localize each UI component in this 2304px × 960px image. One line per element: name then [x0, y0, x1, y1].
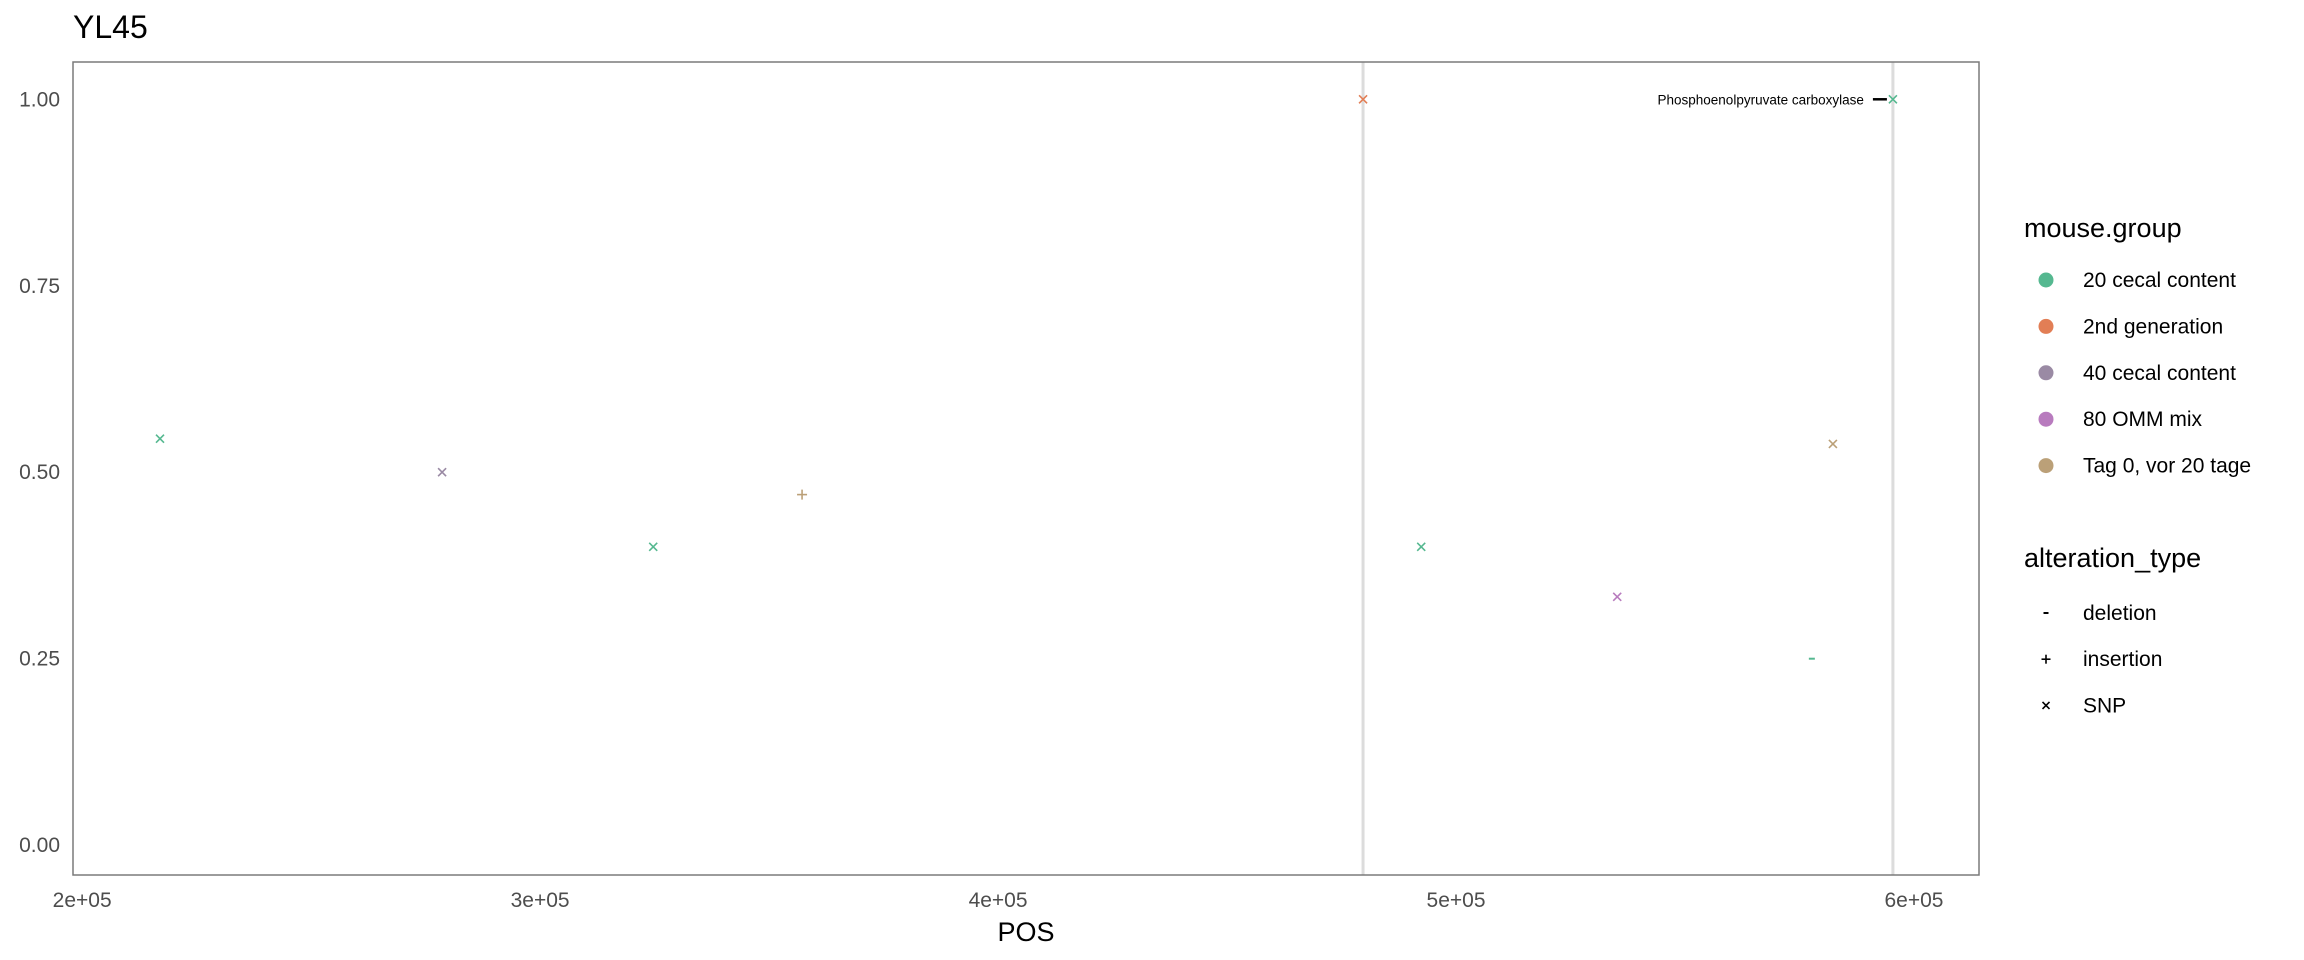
chart-title: YL45 [73, 9, 148, 45]
legend-key-dot [2038, 458, 2054, 474]
scatter-chart: YL45 2e+05 3e+05 4e+05 5e+05 6e+05 0.000.250… [19, 9, 2251, 947]
legend-key-insertion-icon [2041, 654, 2051, 664]
data-point-snp [437, 467, 447, 477]
x-tick-label: 5e+05 [1427, 889, 1486, 912]
x-axis-ticks: 2e+05 3e+05 4e+05 5e+05 6e+05 [53, 889, 1944, 912]
legend-label: Tag 0, vor 20 tage [2083, 455, 2251, 478]
data-point-snp [648, 542, 658, 552]
annotation-label: Phosphoenolpyruvate carboxylase [1658, 92, 1864, 107]
y-tick-label: 1.00 [19, 88, 60, 111]
legend-key-dot [2038, 272, 2054, 288]
data-point-snp [1612, 592, 1622, 602]
legend: mouse.group 20 cecal content 2nd generatio… [2024, 213, 2251, 717]
legend-key-dot [2038, 365, 2054, 381]
y-tick-label: 0.75 [19, 275, 60, 298]
x-axis-title: POS [997, 917, 1054, 947]
legend-label: SNP [2083, 694, 2126, 717]
y-tick-label: 0.25 [19, 648, 60, 671]
legend-label: 80 OMM mix [2083, 408, 2203, 431]
legend-label: 2nd generation [2083, 315, 2223, 338]
legend-label: 40 cecal content [2083, 362, 2236, 385]
x-tick-label: 4e+05 [969, 889, 1028, 912]
data-points [155, 94, 1898, 660]
plot-panel [72, 61, 1980, 876]
x-tick-label: 6e+05 [1884, 889, 1943, 912]
legend-key-snp-icon [2041, 701, 2051, 710]
legend-label: insertion [2083, 648, 2162, 671]
x-tick-label: 2e+05 [53, 889, 112, 912]
y-axis-ticks: 0.00 0.25 0.50 0.75 1.00 [19, 88, 60, 857]
data-point-insertion [797, 489, 808, 500]
legend-label: 20 cecal content [2083, 269, 2236, 292]
y-tick-label: 0.00 [19, 834, 60, 857]
annotations: Phosphoenolpyruvate carboxylase [1658, 92, 1887, 107]
legend-title-mouse-group: mouse.group [2024, 213, 2182, 243]
y-tick-label: 0.50 [19, 461, 60, 484]
data-point-snp [1828, 439, 1838, 449]
data-point-snp [1416, 542, 1426, 552]
legend-label: deletion [2083, 602, 2157, 625]
x-tick-label: 3e+05 [511, 889, 570, 912]
legend-key-dot [2038, 411, 2054, 427]
legend-title-alteration-type: alteration_type [2024, 543, 2201, 573]
vertical-reference-lines [1361, 62, 1895, 875]
data-point-snp [155, 434, 165, 444]
legend-key-dot [2038, 318, 2054, 334]
